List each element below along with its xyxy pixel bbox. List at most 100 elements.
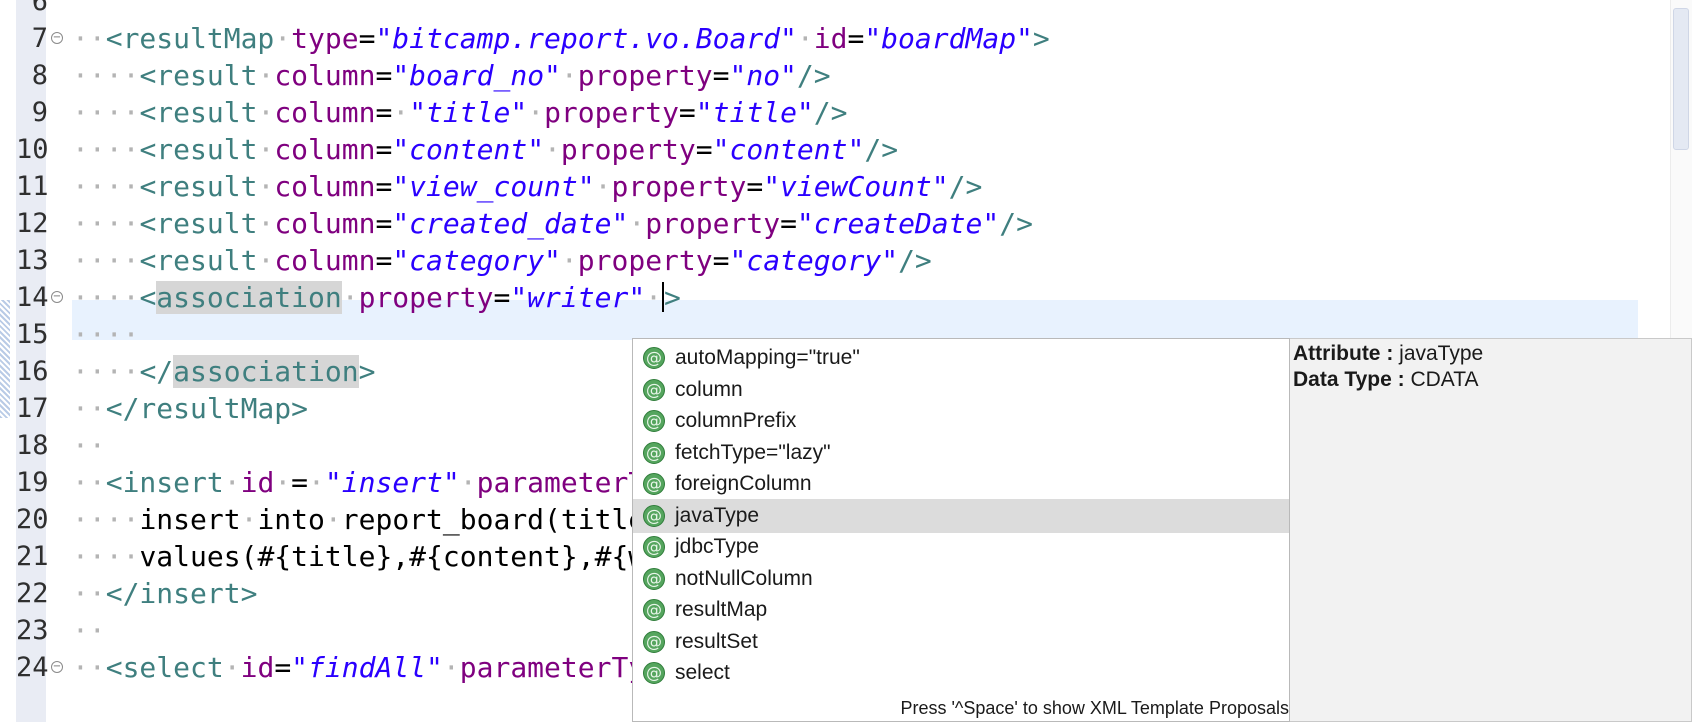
- line-number: 9: [31, 97, 48, 128]
- whitespace-marker: ·: [442, 651, 460, 684]
- attribute-info: Attribute : javaType: [1293, 341, 1691, 367]
- whitespace-marker: ··: [72, 429, 106, 462]
- code-line[interactable]: 13 ····<result·column="category"·property…: [0, 241, 1692, 281]
- attribute-icon: @: [643, 599, 665, 621]
- code-line[interactable]: 8 ····<result·column="board_no"·property=…: [0, 56, 1692, 96]
- whitespace-marker: ·: [257, 207, 275, 240]
- fold-toggle-icon[interactable]: −: [51, 661, 63, 673]
- whitespace-marker: ·: [459, 466, 477, 499]
- line-number: 22: [16, 578, 49, 609]
- proposal-label: resultSet: [675, 629, 758, 653]
- xml-tag: />: [813, 96, 848, 129]
- code-token: =: [712, 59, 730, 92]
- whitespace-marker: ·: [223, 466, 241, 499]
- code-line[interactable]: 9 ····<result·column=·"title"·property="t…: [0, 93, 1692, 133]
- attribute-name: id: [813, 22, 848, 55]
- proposal-item[interactable]: @ fetchType="lazy": [633, 436, 1289, 470]
- attribute-icon: @: [643, 410, 665, 432]
- code-token: report_board(title,: [341, 503, 663, 536]
- xml-tag: />: [898, 244, 932, 277]
- code-token: =: [291, 466, 309, 499]
- code-text: ····<result·column=·"title"·property="ti…: [72, 93, 848, 133]
- code-text: ··<select·id="findAll"·parameterTyp: [72, 648, 662, 688]
- code-text: ····<result·column="view_count"·property…: [72, 167, 982, 207]
- whitespace-marker: ·: [257, 59, 275, 92]
- proposal-item[interactable]: @ resultMap: [633, 593, 1289, 627]
- matching-tag-highlight: association: [156, 281, 342, 314]
- whitespace-marker: ····: [72, 540, 140, 573]
- proposal-item[interactable]: @ javaType: [633, 498, 1289, 533]
- whitespace-marker: ·: [257, 96, 275, 129]
- code-text: ··</insert>: [72, 574, 257, 614]
- attribute-icon: @: [643, 504, 665, 527]
- proposal-label: foreignColumn: [675, 472, 812, 495]
- proposal-item[interactable]: @ resultSet: [633, 625, 1289, 659]
- proposal-item[interactable]: @ notNullColumn: [633, 562, 1289, 596]
- xml-tag: <result: [139, 59, 258, 92]
- attribute-value: "insert": [324, 466, 460, 499]
- attribute-value: "viewCount": [763, 170, 949, 203]
- scrollbar-thumb[interactable]: [1673, 8, 1689, 150]
- proposal-item[interactable]: @ select: [633, 656, 1289, 690]
- line-number: 21: [16, 541, 49, 572]
- whitespace-marker: ····: [72, 207, 140, 240]
- proposal-item[interactable]: @ jdbcType: [633, 530, 1289, 564]
- code-text: ··</resultMap>: [72, 389, 308, 429]
- whitespace-marker: ·: [240, 503, 258, 536]
- code-token: =: [493, 281, 511, 314]
- line-number: 23: [16, 615, 49, 646]
- code-line[interactable]: 12 ····<result·column="created_date"·prop…: [0, 204, 1692, 244]
- proposal-list[interactable]: @ select @ resultSet @ resultMap @ notNullColum…: [632, 338, 1290, 722]
- xml-tag: </insert>: [105, 577, 258, 610]
- whitespace-marker: ··: [72, 614, 106, 647]
- code-line[interactable]: 10 ····<result·column="content"·property=…: [0, 130, 1692, 170]
- attribute-name: property: [358, 281, 494, 314]
- attribute-name: column: [274, 207, 376, 240]
- proposal-item[interactable]: @ foreignColumn: [633, 467, 1289, 501]
- line-number: 14: [16, 282, 49, 313]
- content-assist-popup: @ select @ resultSet @ resultMap @ notNullColum…: [632, 338, 1692, 722]
- code-text: ····<result·column="category"·property="…: [72, 241, 932, 281]
- attribute-value: "bitcamp.report.vo.Board": [375, 22, 797, 55]
- code-text: ··<insert·id·=·"insert"·parameterTy: [72, 463, 662, 503]
- line-number: 18: [16, 430, 49, 461]
- attribute-icon: @: [643, 473, 665, 495]
- code-line[interactable]: 7− ··<resultMap·type="bitcamp.report.vo.B…: [0, 19, 1692, 59]
- attribute-name: property: [544, 96, 679, 129]
- datatype-info: Data Type : CDATA: [1293, 367, 1691, 393]
- code-token: =: [678, 96, 696, 129]
- whitespace-marker: ·: [257, 170, 275, 203]
- proposal-item[interactable]: @ autoMapping="true": [633, 341, 1289, 375]
- code-token: values(#{title},#{content},#{wr: [139, 540, 663, 573]
- proposal-label: jdbcType: [675, 535, 760, 558]
- code-line[interactable]: 14− ····<association·property="writer"·>: [0, 278, 1692, 318]
- line-number: 13: [16, 245, 49, 276]
- fold-toggle-icon[interactable]: −: [51, 32, 63, 44]
- line-number: 8: [31, 60, 48, 91]
- proposal-item[interactable]: @ column: [633, 373, 1289, 407]
- attribute-icon: @: [643, 630, 665, 653]
- attribute-value: "title": [695, 96, 814, 129]
- code-token: into: [257, 503, 325, 536]
- fold-toggle-icon[interactable]: −: [51, 291, 63, 303]
- whitespace-marker: ····: [72, 281, 140, 314]
- xml-tag: <select: [105, 651, 224, 684]
- code-token: =: [375, 207, 393, 240]
- code-token: =: [358, 22, 376, 55]
- attribute-name: property: [577, 244, 713, 277]
- proposal-item[interactable]: @ columnPrefix: [633, 404, 1289, 438]
- attribute-value: "board_no": [392, 59, 561, 92]
- line-number: 24: [16, 652, 49, 683]
- proposal-label: javaType: [675, 503, 760, 527]
- code-token: =: [375, 170, 393, 203]
- code-text: ··: [72, 611, 106, 651]
- line-number: 20: [16, 504, 49, 535]
- code-token: =: [375, 244, 393, 277]
- attribute-value: "created_date": [392, 207, 629, 240]
- code-token: =: [780, 207, 797, 240]
- xml-tag: <result: [139, 207, 258, 240]
- code-line[interactable]: 11 ····<result·column="view_count"·proper…: [0, 167, 1692, 207]
- whitespace-marker: ·: [341, 281, 359, 314]
- attribute-name: property: [645, 207, 781, 240]
- code-text: ····<association·property="writer"·>: [72, 278, 681, 318]
